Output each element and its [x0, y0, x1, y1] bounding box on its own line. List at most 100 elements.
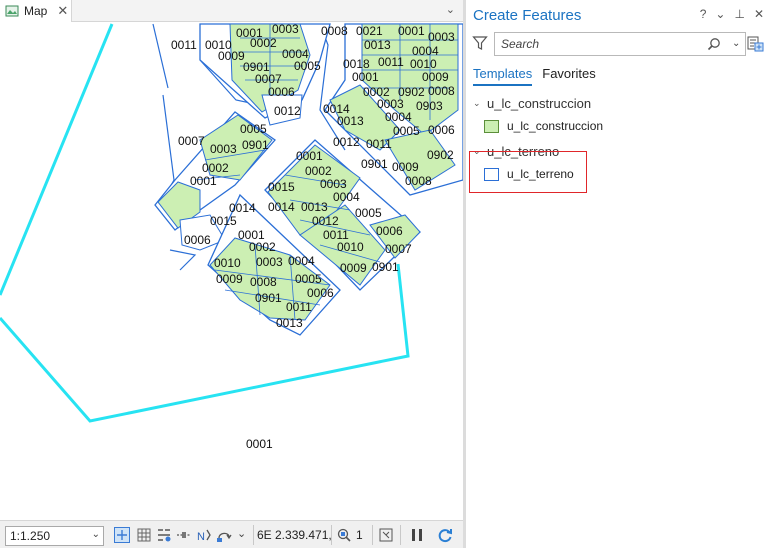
parcel-label: 0015: [268, 180, 295, 194]
chevron-down-icon[interactable]: ⌄: [237, 527, 246, 540]
chevron-down-icon[interactable]: ⌄: [732, 38, 740, 49]
separator: [253, 525, 254, 545]
create-features-pane: Create Features ? ⌄ ⊥ ✕ ⌄ Templates Favo…: [466, 0, 770, 548]
template-tabs: Templates Favorites: [473, 66, 596, 86]
pause-icon[interactable]: [409, 527, 425, 543]
parcel-label: 0005: [294, 59, 321, 73]
parcel-label: 0002: [202, 161, 229, 175]
group-header-construccion[interactable]: ⌄ u_lc_construccion: [473, 96, 591, 111]
parcel-label: 0901: [242, 138, 269, 152]
parcel-label: 0008: [250, 275, 277, 289]
scale-value: 1:1.250: [10, 529, 51, 543]
parcel-label: 0018: [343, 57, 370, 71]
map-tab[interactable]: Map ✕: [0, 0, 72, 22]
parcel-label: 0901: [255, 291, 282, 305]
fixed-extent-icon[interactable]: [114, 527, 130, 543]
map-canvas[interactable]: 0001 0003 0008 0021 0001 0003 0011 0010 …: [0, 23, 463, 520]
parcel-label: 0008: [428, 84, 455, 98]
search-row: ⌄: [472, 32, 764, 56]
parcel-label: 0003: [256, 255, 283, 269]
parcel-label: 0003: [377, 97, 404, 111]
selected-features-icon[interactable]: [336, 527, 352, 543]
parcel-label: 0008: [321, 24, 348, 38]
boundary-line: [0, 23, 114, 296]
parcel-label: 0005: [393, 124, 420, 138]
parcel-label: 0021: [356, 24, 383, 38]
parcel-label: 0009: [422, 70, 449, 84]
map-pane: Map ✕ ⌄ 0001 0003 0008 0021 0001 0003 00…: [0, 0, 463, 548]
rotation-icon[interactable]: [216, 527, 232, 543]
selected-count: 1: [356, 528, 363, 542]
manage-templates-icon[interactable]: [746, 35, 764, 53]
parcel-label: 0010: [214, 256, 241, 270]
parcel-label: 0901: [372, 260, 399, 274]
north-arrow-icon[interactable]: N: [196, 527, 212, 543]
pin-icon[interactable]: ⊥: [734, 7, 744, 21]
parcel-label: 0001: [190, 174, 217, 188]
parcel-label: 0012: [312, 214, 339, 228]
parcel-label: 0013: [301, 200, 328, 214]
snapping-icon[interactable]: [156, 527, 172, 543]
map-drawing: 0001 0003 0008 0021 0001 0003 0011 0010 …: [0, 23, 463, 451]
grid-icon[interactable]: [136, 527, 152, 543]
parcel-label: 0006: [428, 123, 455, 137]
chevron-down-icon[interactable]: ⌄: [446, 3, 455, 16]
map-tab-bar: Map ✕ ⌄: [0, 0, 463, 22]
parcel-label: 0009: [218, 49, 245, 63]
parcel-label: 0014: [229, 201, 256, 215]
map-tab-label: Map: [24, 4, 48, 18]
parcel-label: 0004: [412, 44, 439, 58]
search-box: ⌄: [494, 32, 746, 56]
parcel-label: 0014: [268, 200, 295, 214]
chevron-down-icon[interactable]: ⌄: [715, 7, 725, 21]
close-icon[interactable]: ✕: [57, 3, 68, 19]
boundary-line-lower: [0, 263, 410, 423]
parcel-label: 0012: [333, 135, 360, 149]
parcel-label: 0010: [337, 240, 364, 254]
parcel-label: 0003: [428, 30, 455, 44]
parcel-label: 0004: [385, 110, 412, 124]
refresh-icon[interactable]: [437, 527, 453, 543]
parcel-label: 0013: [276, 316, 303, 330]
parcel-label: 0013: [337, 114, 364, 128]
search-input[interactable]: [501, 36, 691, 52]
close-icon[interactable]: ✕: [754, 7, 764, 21]
parcel-label: 0015: [210, 214, 237, 228]
parcel-label: 0902: [427, 148, 454, 162]
parcel-label: 0007: [255, 72, 282, 86]
parcel-label: 0004: [333, 190, 360, 204]
group-header-label: u_lc_construccion: [487, 96, 592, 111]
template-item-construccion[interactable]: u_lc_construccion: [484, 116, 603, 136]
map-frame-icon[interactable]: [378, 527, 394, 543]
search-icon[interactable]: [707, 37, 721, 51]
tab-favorites[interactable]: Favorites: [542, 66, 595, 86]
parcel-label: 0007: [385, 242, 412, 256]
parcel-label: 0005: [295, 272, 322, 286]
chevron-down-icon[interactable]: ⌄: [92, 529, 100, 540]
parcel-label: 0005: [355, 206, 382, 220]
parcel-label: 0001: [296, 149, 323, 163]
coordinate-readout: 6E 2.339.471,: [257, 528, 332, 542]
chevron-down-icon[interactable]: ⌄: [473, 98, 483, 109]
parcel-label: 0001: [246, 437, 273, 451]
parcel-label: 0012: [274, 104, 301, 118]
parcel-label: 0006: [268, 85, 295, 99]
tab-templates[interactable]: Templates: [473, 66, 533, 86]
parcel-label: 0009: [392, 160, 419, 174]
separator: [331, 525, 332, 545]
svg-text:N: N: [197, 531, 205, 543]
parcel-label: 0005: [240, 122, 267, 136]
parcel-label: 0901: [361, 157, 388, 171]
pane-window-controls: ? ⌄ ⊥ ✕: [700, 7, 764, 21]
help-icon[interactable]: ?: [700, 7, 707, 21]
parcel-label: 0007: [178, 134, 205, 148]
constraints-icon[interactable]: [176, 527, 192, 543]
parcel-label: 0013: [364, 38, 391, 52]
parcel-label: 0008: [405, 174, 432, 188]
parcel-label: 0903: [416, 99, 443, 113]
parcel-label: 0003: [210, 142, 237, 156]
parcel-label: 0003: [272, 23, 299, 36]
parcel-label: 0006: [376, 224, 403, 238]
filter-icon[interactable]: [472, 35, 488, 51]
scale-selector[interactable]: 1:1.250 ⌄: [5, 526, 104, 546]
